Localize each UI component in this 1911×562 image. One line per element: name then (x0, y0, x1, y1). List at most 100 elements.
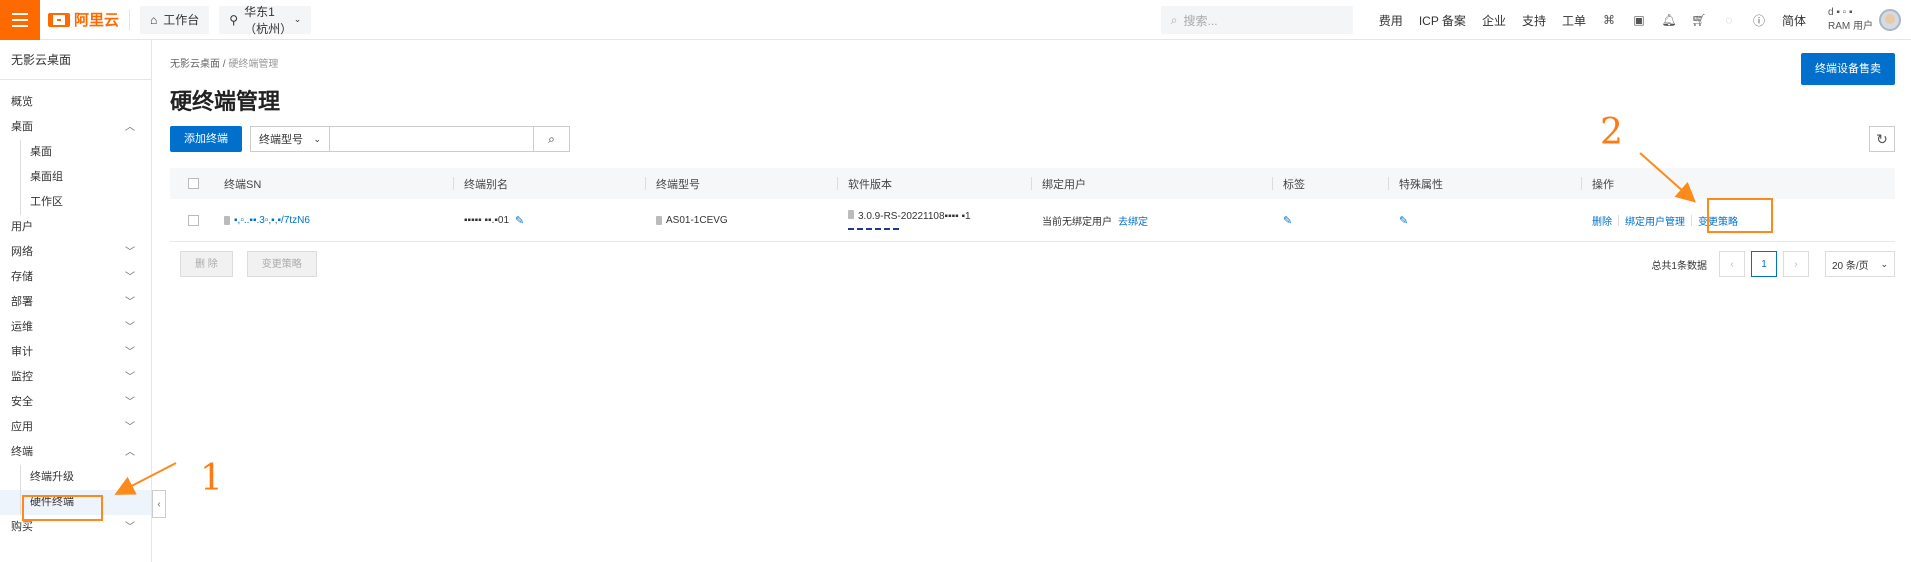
sidebar-item-desktop-pool[interactable]: 桌面组 (0, 165, 151, 190)
avatar[interactable] (1879, 9, 1901, 31)
divider (1691, 214, 1692, 226)
terminal-sn-link[interactable]: ▪,▫..▪▪.3▫,▪,▪/7tzN6 (234, 215, 310, 226)
sidebar: 无影云桌面 概览 桌面 ︿ 桌面 桌面组 工作区 用户 网络 ﹀ 存储 ﹀ 部署 ﹀ 运… (0, 40, 152, 562)
search-placeholder: 搜索... (1183, 13, 1218, 28)
chevron-down-icon: ﹀ (125, 297, 135, 308)
bulk-change-policy-button[interactable]: 变更策略 (246, 251, 317, 277)
delete-link[interactable]: 删除 (1592, 213, 1612, 228)
annotation-number-1: 1 (200, 458, 223, 499)
device-icon (848, 210, 854, 219)
user-role: RAM 用户 (1828, 21, 1873, 32)
workbench-label: 工作台 (163, 13, 200, 27)
divider (129, 9, 131, 30)
workbench-button[interactable]: ⌂ 工作台 (140, 5, 210, 34)
page-size-select[interactable]: 20 条/页 ⌄ (1825, 251, 1895, 277)
search-input[interactable]: ⌕ 搜索... (1160, 6, 1353, 34)
terminal-alias: ▪▪▪▪▪ ▪▪.▪01 (464, 214, 510, 226)
sidebar-item-label: 购买 (11, 521, 33, 533)
sidebar-item-users[interactable]: 用户 (0, 215, 151, 240)
annotation-box-2 (1707, 198, 1773, 233)
next-page-button[interactable]: › (1783, 251, 1809, 277)
bell-icon[interactable]: 🔔︎ (1661, 13, 1676, 27)
chevron-down-icon: ﹀ (125, 272, 135, 283)
edit-alias-icon[interactable]: ✎ (515, 214, 524, 227)
select-all-checkbox[interactable] (188, 178, 199, 189)
breadcrumb-current: 硬终端管理 (228, 59, 279, 70)
hamburger-menu-icon[interactable] (0, 0, 40, 40)
bulk-actions: 删 除 变更策略 (180, 251, 317, 277)
bind-user-link[interactable]: 去绑定 (1118, 213, 1148, 228)
page-number-current[interactable]: 1 (1751, 251, 1777, 277)
sidebar-item-desktop-group[interactable]: 桌面 ︿ (0, 115, 151, 140)
chevron-left-icon: ‹ (157, 498, 161, 510)
sidebar-item-label: 工作区 (30, 196, 63, 208)
prev-page-button[interactable]: ‹ (1719, 251, 1745, 277)
cart-icon[interactable]: 🛒︎ (1691, 13, 1706, 27)
sidebar-item-overview[interactable]: 概览 (0, 90, 151, 115)
chevron-down-icon: ﹀ (125, 322, 135, 333)
nav-link-fees[interactable]: 费用 (1379, 12, 1403, 29)
sidebar-item-label: 终端升级 (30, 471, 74, 483)
add-terminal-button[interactable]: 添加终端 (170, 126, 242, 152)
bind-user-status: 当前无绑定用户 (1042, 216, 1112, 228)
lightbulb-icon[interactable]: ◌ (1722, 13, 1736, 27)
column-header: 绑定用户 (1032, 168, 1273, 199)
breadcrumb: 无影云桌面 / 硬终端管理 (170, 55, 278, 70)
nav-link-ticket[interactable]: 工单 (1562, 12, 1586, 29)
language-switch[interactable]: 简体 (1782, 12, 1806, 29)
breadcrumb-root[interactable]: 无影云桌面 (170, 59, 220, 70)
device-icon (224, 215, 230, 225)
tag-cell: ✎ (1273, 199, 1389, 241)
sidebar-item-label: 桌面 (11, 121, 33, 133)
cloud-shell-icon[interactable]: ⌘ (1602, 13, 1616, 27)
sidebar-item-terminal-upgrade[interactable]: 终端升级 (0, 465, 151, 490)
sidebar-item-label: 部署 (11, 296, 33, 308)
edit-special-attr-icon[interactable]: ✎ (1399, 214, 1408, 227)
refresh-icon: ↻ (1876, 130, 1888, 147)
sidebar-item-label: 运维 (11, 321, 33, 333)
user-name: d ▪ ▫ ▪ (1828, 7, 1853, 18)
sidebar-item-monitor[interactable]: 监控 ﹀ (0, 365, 151, 390)
filter-field-select[interactable]: 终端型号 ⌄ (250, 126, 330, 152)
row-checkbox[interactable] (188, 214, 199, 226)
terminal-table: 终端SN 终端别名 终端型号 软件版本 绑定用户 标签 特殊属性 操作 ▪,▫.… (170, 168, 1895, 242)
edit-tag-icon[interactable]: ✎ (1283, 214, 1292, 227)
sidebar-item-network[interactable]: 网络 ﹀ (0, 240, 151, 265)
sidebar-item-deploy[interactable]: 部署 ﹀ (0, 290, 151, 315)
bulk-delete-button[interactable]: 删 除 (180, 251, 233, 277)
chevron-right-icon: › (1794, 258, 1798, 270)
nav-link-support[interactable]: 支持 (1522, 12, 1546, 29)
search-button[interactable]: ⌕ (534, 126, 570, 152)
sidebar-item-label: 用户 (11, 221, 33, 233)
sidebar-item-audit[interactable]: 审计 ﹀ (0, 340, 151, 365)
help-icon[interactable]: ⓘ (1752, 13, 1766, 28)
toolbar: 添加终端 终端型号 ⌄ ⌕ (170, 126, 570, 152)
sidebar-item-security[interactable]: 安全 ﹀ (0, 390, 151, 415)
sidebar-item-ops[interactable]: 运维 ﹀ (0, 315, 151, 340)
nav-link-enterprise[interactable]: 企业 (1482, 12, 1506, 29)
terminal-sale-button[interactable]: 终端设备售卖 (1801, 53, 1895, 85)
sidebar-item-storage[interactable]: 存储 ﹀ (0, 265, 151, 290)
sidebar-item-workspace[interactable]: 工作区 (0, 190, 151, 215)
version-cell: 3.0.9-RS-20221108▪▪▪▪ ▪1 (838, 199, 1032, 241)
column-header: 标签 (1273, 168, 1389, 199)
special-attr-cell: ✎ (1389, 199, 1582, 241)
sidebar-item-desktop[interactable]: 桌面 (0, 140, 151, 165)
user-info[interactable]: d ▪ ▫ ▪ RAM 用户 (1828, 6, 1873, 34)
annotation-box-1 (22, 495, 103, 521)
aliyun-logo[interactable]: 阿里云 (48, 9, 119, 30)
bind-user-manage-link[interactable]: 绑定用户管理 (1625, 213, 1685, 228)
region-select[interactable]: ⚲ 华东1（杭州） ⌄ (219, 5, 312, 36)
annotation-number-2: 2 (1600, 112, 1623, 153)
top-bar: 阿里云 ⌂ 工作台 ⚲ 华东1（杭州） ⌄ ⌕ 搜索... 费用 ICP 备案 … (0, 0, 1911, 40)
terminal-model: AS01-1CEVG (666, 214, 728, 226)
sidebar-item-apps[interactable]: 应用 ﹀ (0, 415, 151, 440)
sn-cell: ▪,▫..▪▪.3▫,▪,▪/7tzN6 (214, 199, 454, 241)
filter-search-input[interactable] (330, 126, 534, 152)
sidebar-collapse-button[interactable]: ‹ (152, 490, 166, 518)
nav-link-icp[interactable]: ICP 备案 (1419, 12, 1466, 29)
sidebar-item-terminal[interactable]: 终端 ︿ (0, 440, 151, 465)
filter-field-label: 终端型号 (259, 134, 303, 146)
refresh-button[interactable]: ↻ (1869, 126, 1895, 152)
terminal-icon[interactable]: ▣ (1632, 13, 1646, 27)
